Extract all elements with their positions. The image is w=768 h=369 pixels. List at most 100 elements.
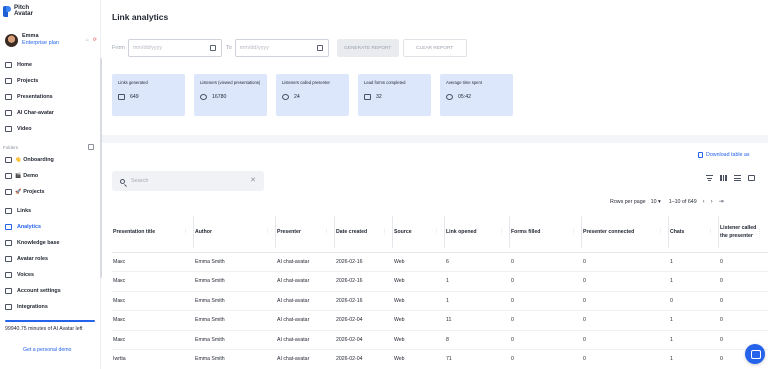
column-header[interactable]: Chats ⋮ xyxy=(669,212,719,253)
home-icon xyxy=(5,62,12,68)
column-menu-icon[interactable]: ⋮ xyxy=(757,229,762,235)
column-menu-icon[interactable]: ⋮ xyxy=(571,229,576,235)
sidebar-item-links[interactable]: Links xyxy=(0,203,100,219)
column-header[interactable]: Presenter connected ⋮ xyxy=(582,212,669,253)
table-row[interactable]: Макс Emma Smith AI chat-avatar 2026-02-16 We… xyxy=(112,271,768,292)
to-label: To xyxy=(225,45,232,51)
column-menu-icon[interactable]: ⋮ xyxy=(434,229,439,235)
table-cell: Web xyxy=(393,310,445,331)
column-menu-icon[interactable]: ⋮ xyxy=(382,229,387,235)
column-header[interactable]: Listener called the presenter ⋮ xyxy=(719,212,768,253)
folder-item-demo[interactable]: 🎬 Demo xyxy=(0,168,100,184)
table-cell: AI chat-avatar xyxy=(276,330,335,350)
notification-bell-icon[interactable]: ⟳ xyxy=(93,37,97,43)
clear-search-icon[interactable]: ✕ xyxy=(250,176,256,184)
rows-per-page-label: Rows per page xyxy=(610,198,646,205)
table-row[interactable]: Iwrtta Emma Smith AI chat-avatar 2026-02-04… xyxy=(112,349,768,369)
table-row[interactable]: Макс Emma Smith AI chat-avatar 2026-02-16 We… xyxy=(112,252,768,272)
search-input[interactable]: Search ✕ xyxy=(112,171,264,191)
gift-icon[interactable]: ⌂ xyxy=(86,37,89,43)
column-header[interactable]: Author ⋮ xyxy=(194,212,276,253)
column-header[interactable]: Presentation title ⋮ xyxy=(112,212,194,253)
sidebar-item-account-settings[interactable]: Account settings xyxy=(0,283,100,299)
app-logo[interactable]: Pitch Avatar xyxy=(3,4,33,18)
sidebar-main-nav: Home Projects Presentations AI Char-avat… xyxy=(0,57,100,137)
calendar-icon[interactable] xyxy=(316,45,323,51)
table-row[interactable]: Макс Emma Smith AI chat-avatar 2026-02-04 We… xyxy=(112,310,768,331)
sidebar-item-ai-char-avatar[interactable]: AI Char-avatar xyxy=(0,105,100,121)
calendar-icon[interactable] xyxy=(209,45,216,51)
download-table-button[interactable]: Download table as xyxy=(698,152,750,158)
sidebar-item-integrations[interactable]: Integrations xyxy=(0,299,100,315)
table-cell: Iwrtta xyxy=(112,349,194,369)
column-menu-icon[interactable]: ⋮ xyxy=(183,229,188,235)
table-cell: 11 xyxy=(445,310,510,331)
next-page-button[interactable]: › xyxy=(711,199,713,205)
density-icon[interactable] xyxy=(734,175,741,181)
to-date-input[interactable]: mm/dd/yyyy xyxy=(234,39,329,57)
table-cell: 0 xyxy=(510,349,582,369)
sidebar-item-video[interactable]: Video xyxy=(0,121,100,137)
date-filters: From mm/dd/yyyy To mm/dd/yyyy GENERATE R… xyxy=(112,39,467,57)
add-folder-icon[interactable] xyxy=(88,144,94,150)
listeners-icon xyxy=(200,94,207,100)
table-toolbar xyxy=(706,175,755,181)
generate-report-button[interactable]: GENERATE REPORT xyxy=(336,39,399,57)
table-cell: 0 xyxy=(510,310,582,331)
column-menu-icon[interactable]: ⋮ xyxy=(324,229,329,235)
column-header[interactable]: Link opened ⋮ xyxy=(445,212,510,253)
personal-demo-link[interactable]: Get a personal demo xyxy=(23,347,71,353)
prev-page-button[interactable]: ‹ xyxy=(703,199,705,205)
last-page-button[interactable]: ⇥ xyxy=(719,198,724,205)
book-icon xyxy=(5,240,12,246)
folder-icon xyxy=(5,189,12,195)
sidebar-bottom-nav: Links Analytics Knowledge base Avatar ro… xyxy=(0,203,100,315)
table-cell: Макс xyxy=(112,330,194,350)
folder-item-projects[interactable]: 🚀 Projects xyxy=(0,184,100,200)
column-header[interactable]: Presenter ⋮ xyxy=(276,212,335,253)
column-header[interactable]: Forms filled ⋮ xyxy=(510,212,582,253)
minutes-remaining: 99940.75 minutes of AI Avatar left xyxy=(5,320,95,333)
sidebar-item-presentations[interactable]: Presentations xyxy=(0,89,100,105)
column-menu-icon[interactable]: ⋮ xyxy=(499,229,504,235)
table-cell: 0 xyxy=(582,291,669,311)
table-cell: AI chat-avatar xyxy=(276,271,335,292)
user-plan[interactable]: Enterprise plan xyxy=(22,40,59,47)
table-row[interactable]: Макс Emma Smith AI chat-avatar 2026-02-04 We… xyxy=(112,330,768,350)
rows-per-page-select[interactable]: 10 ▾ xyxy=(651,199,661,205)
column-menu-icon[interactable]: ⋮ xyxy=(708,229,713,235)
from-date-input[interactable]: mm/dd/yyyy xyxy=(127,39,222,57)
minutes-text: 99940.75 minutes of AI Avatar left xyxy=(5,326,83,332)
table-row[interactable]: Макс Emma Smith AI chat-avatar 2026-02-16 We… xyxy=(112,291,768,311)
clear-report-button[interactable]: CLEAR REPORT xyxy=(402,39,467,57)
called-presenter-icon xyxy=(282,94,289,100)
minutes-progress-bar xyxy=(5,320,95,322)
page-range: 1–10 of 649 xyxy=(668,198,697,205)
presentation-icon xyxy=(5,94,12,100)
user-profile[interactable]: Emma Enterprise plan ⌂ ⟳ xyxy=(5,32,97,48)
sidebar-item-analytics[interactable]: Analytics xyxy=(0,219,100,235)
folder-item-onboarding[interactable]: 👋 Onboarding xyxy=(0,152,100,168)
support-chat-icon[interactable] xyxy=(745,344,765,364)
sidebar-item-home[interactable]: Home xyxy=(0,57,100,73)
table-cell: Emma Smith xyxy=(194,349,276,369)
folders-label: Folders xyxy=(3,145,19,150)
sidebar-item-projects[interactable]: Projects xyxy=(0,73,100,89)
folder-icon xyxy=(5,78,12,84)
column-menu-icon[interactable]: ⋮ xyxy=(658,229,663,235)
sidebar-item-knowledge-base[interactable]: Knowledge base xyxy=(0,235,100,251)
sidebar-item-voices[interactable]: Voices xyxy=(0,267,100,283)
table-cell: 0 xyxy=(582,271,669,292)
table-cell: AI chat-avatar xyxy=(276,291,335,311)
column-header[interactable]: Date created ⋮ xyxy=(335,212,393,253)
table-cell: Web xyxy=(393,252,445,272)
table-cell: Web xyxy=(393,291,445,311)
fullscreen-icon[interactable] xyxy=(748,175,755,181)
search-icon xyxy=(120,178,125,184)
filter-icon[interactable] xyxy=(706,175,713,181)
column-menu-icon[interactable]: ⋮ xyxy=(265,229,270,235)
table-cell: Web xyxy=(393,271,445,292)
columns-icon[interactable] xyxy=(720,175,727,181)
column-header[interactable]: Source ⋮ xyxy=(393,212,445,253)
sidebar-item-avatar-roles[interactable]: Avatar roles xyxy=(0,251,100,267)
